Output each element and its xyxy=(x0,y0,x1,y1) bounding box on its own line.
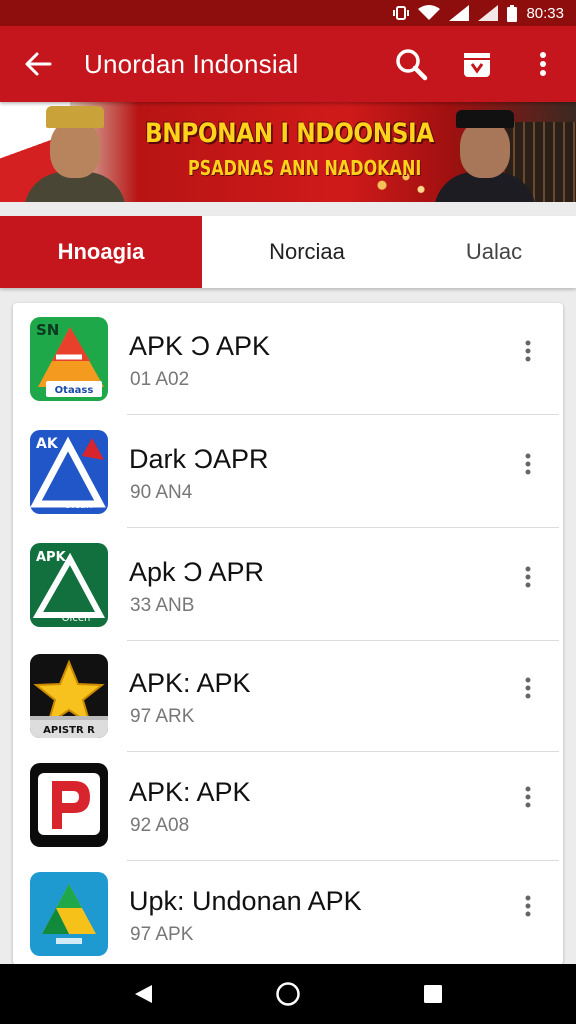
search-button[interactable] xyxy=(378,26,444,102)
app-size: 92 A08 xyxy=(130,815,190,836)
app-size: 33 ANB xyxy=(130,595,195,616)
svg-text:AK: AK xyxy=(36,436,59,452)
app-name: APK: APK xyxy=(129,777,251,807)
back-button[interactable] xyxy=(0,26,76,102)
store-button[interactable] xyxy=(444,26,510,102)
list-item[interactable]: APK: APK 92 A08 xyxy=(13,749,563,861)
more-vert-icon xyxy=(525,786,531,808)
app-size: 97 ARK xyxy=(130,706,195,727)
list-item[interactable]: AK Olcan Dark ƆAPR 90 AN4 xyxy=(13,416,563,528)
more-vert-icon xyxy=(525,340,531,362)
app-name: Dark ƆAPR xyxy=(129,444,269,474)
app-name: APK: APK xyxy=(129,668,251,698)
banner-headline: BNPONAN I NDOONSIA xyxy=(145,118,434,149)
nav-recents-icon xyxy=(424,985,443,1003)
nav-back-icon xyxy=(134,985,152,1003)
apk-blue-icon: AK Olcan xyxy=(30,430,108,514)
search-icon xyxy=(396,49,428,81)
person-left-image xyxy=(20,102,130,202)
item-more-button[interactable] xyxy=(513,886,543,926)
nav-recents-button[interactable] xyxy=(403,964,463,1024)
app-name: Upk: Undonan APK xyxy=(129,886,362,916)
signal-icon xyxy=(449,5,470,21)
store-bag-icon xyxy=(464,53,490,77)
banner-subline: PSADNAS ANN NADOKANI xyxy=(188,156,422,180)
svg-text:Otaass: Otaass xyxy=(55,385,94,396)
nav-home-icon xyxy=(276,982,300,1006)
item-more-button[interactable] xyxy=(513,668,543,708)
app-size: 97 APK xyxy=(130,924,194,945)
app-bar: Unordan Indonsial xyxy=(0,26,576,102)
item-more-button[interactable] xyxy=(513,777,543,817)
app-size: 01 A02 xyxy=(130,369,190,390)
svg-text:Olcan: Olcan xyxy=(64,500,93,511)
app-list: Otaass SN APK Ɔ APK 01 A02 AK Olcan Dark… xyxy=(13,303,563,965)
tab-hnoagia[interactable]: Hnoagia xyxy=(0,216,202,288)
app-name: APK Ɔ APK xyxy=(129,331,271,361)
star-icon: APISTR R xyxy=(30,654,108,738)
more-options-button[interactable] xyxy=(510,26,576,102)
nav-home-button[interactable] xyxy=(258,964,318,1024)
system-nav-bar xyxy=(0,964,576,1024)
promo-banner[interactable]: BNPONAN I NDOONSIA PSADNAS ANN NADOKANI xyxy=(0,102,576,202)
nav-back-button[interactable] xyxy=(113,964,173,1024)
page-title: Unordan Indonsial xyxy=(84,48,299,79)
apk-green-orange-icon: Otaass SN xyxy=(30,317,108,401)
battery-icon xyxy=(507,4,518,22)
divider xyxy=(127,527,559,528)
person-right-image xyxy=(430,102,540,202)
list-item[interactable]: APISTR R APK: APK 97 ARK xyxy=(13,640,563,752)
more-vert-icon xyxy=(525,566,531,588)
list-item[interactable]: Upk: Undonan APK 97 APK xyxy=(13,858,563,965)
more-vert-icon xyxy=(525,895,531,917)
list-item[interactable]: APK Oicen Apk Ɔ APR 33 ANB xyxy=(13,529,563,641)
svg-text:APISTR R: APISTR R xyxy=(43,725,95,736)
tab-ualac[interactable]: Ualac xyxy=(412,216,576,288)
status-time: 80:33 xyxy=(526,4,564,22)
app-size: 90 AN4 xyxy=(130,482,193,503)
list-item[interactable]: Otaass SN APK Ɔ APK 01 A02 xyxy=(13,303,563,415)
signal-2-icon xyxy=(478,5,499,21)
more-vert-icon xyxy=(540,52,546,76)
svg-text:SN: SN xyxy=(36,321,59,339)
arrow-back-icon xyxy=(25,52,52,76)
app-name: Apk Ɔ APR xyxy=(129,557,265,587)
p-logo-icon xyxy=(30,763,108,847)
svg-text:Oicen: Oicen xyxy=(62,613,91,624)
apk-dark-green-icon: APK Oicen xyxy=(30,543,108,627)
wifi-icon xyxy=(418,5,441,21)
item-more-button[interactable] xyxy=(513,557,543,597)
divider xyxy=(127,414,559,415)
vibrate-icon xyxy=(393,5,410,21)
item-more-button[interactable] xyxy=(513,444,543,484)
tab-norciaa[interactable]: Norciaa xyxy=(202,216,412,288)
drive-triangle-icon xyxy=(30,872,108,956)
more-vert-icon xyxy=(525,453,531,475)
tab-bar: Hnoagia Norciaa Ualac xyxy=(0,216,576,288)
more-vert-icon xyxy=(525,677,531,699)
svg-text:APK: APK xyxy=(36,550,67,565)
item-more-button[interactable] xyxy=(513,331,543,371)
status-bar: 80:33 xyxy=(0,0,576,26)
